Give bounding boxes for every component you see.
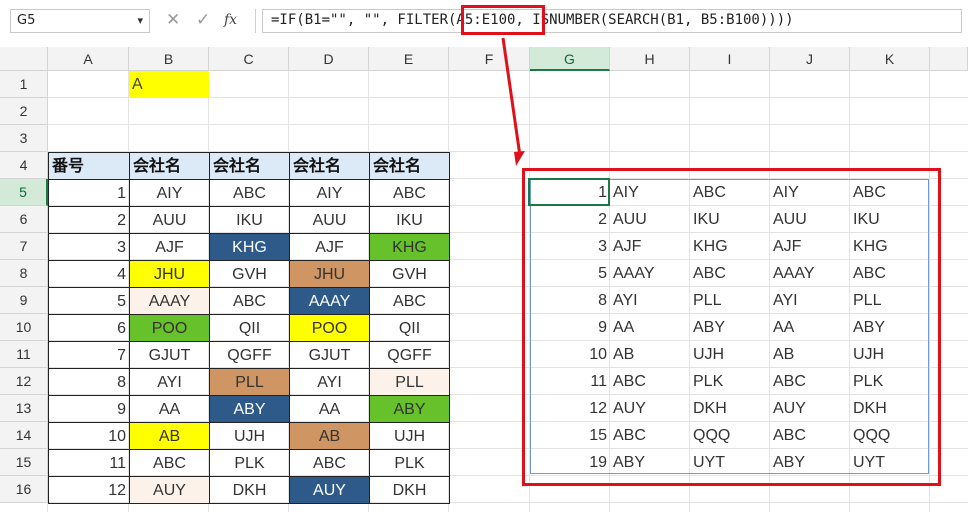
arrow-head xyxy=(514,151,525,166)
arrow-annotation xyxy=(501,37,525,166)
arrow-line xyxy=(501,37,522,157)
